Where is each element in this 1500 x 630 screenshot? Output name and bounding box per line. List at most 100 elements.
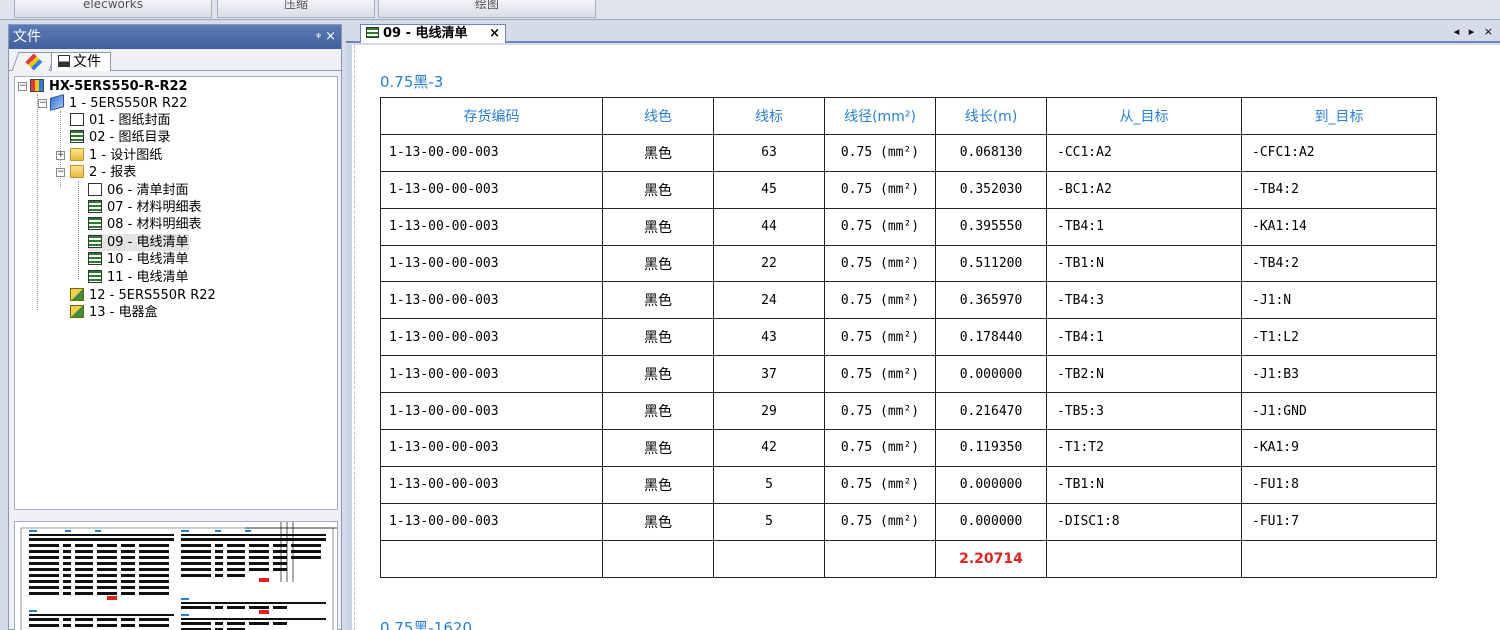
tab-wire-list[interactable]: 09 - 电线清单 × xyxy=(360,24,506,43)
tree-item-sheet[interactable]: 01 - 图纸封面 xyxy=(70,112,171,129)
cell-wire-length: 0.511200 xyxy=(935,244,1047,283)
cell-wire-diameter: 0.75 (mm²) xyxy=(824,355,936,394)
sheet-icon xyxy=(70,130,84,143)
table-row: 1-13-00-00-003 黑色 29 0.75 (mm²) 0.216470 -TB5… xyxy=(380,392,1437,431)
table-row: 1-13-00-00-003 黑色 63 0.75 (mm²) 0.068130 -CC1… xyxy=(380,133,1437,172)
cell-wire-tag: 29 xyxy=(713,392,825,431)
tab-files-label: 文件 xyxy=(73,54,101,70)
table-row: 1-13-00-00-003 黑色 45 0.75 (mm²) 0.352030 -BC1… xyxy=(380,170,1437,209)
cell-to-target: -KA1:9 xyxy=(1241,429,1437,467)
tree-item-sheet[interactable]: 07 - 材料明细表 xyxy=(88,199,202,216)
cell-wire-tag: 44 xyxy=(713,207,825,246)
tab-components[interactable] xyxy=(11,52,57,71)
collapse-icon[interactable]: − xyxy=(56,168,65,177)
cell-item-code: 1-13-00-00-003 xyxy=(380,355,603,394)
tab-files[interactable]: 文件 xyxy=(51,52,111,71)
cell-wire-diameter: 0.75 (mm²) xyxy=(824,170,936,209)
expand-icon[interactable]: + xyxy=(56,151,65,160)
cell-wire-color: 黑色 xyxy=(602,318,714,357)
tree-item-sheet-selected[interactable]: 09 - 电线清单 xyxy=(88,234,189,251)
file-panel-title-bar: 文件 ᵠ × xyxy=(9,25,341,49)
cell-wire-color: 黑色 xyxy=(602,392,714,431)
wire-list-table: 存货编码 线色 线标 线径(mm²) 线长(m) 从_目标 到_目标 1-13-… xyxy=(380,97,1437,578)
cell-to-target: -J1:B3 xyxy=(1241,355,1437,394)
cell-wire-diameter: 0.75 (mm²) xyxy=(824,318,936,357)
tree-item-sheet[interactable]: 10 - 电线清单 xyxy=(88,251,189,268)
components-icon xyxy=(25,53,43,71)
cell-wire-tag: 24 xyxy=(713,281,825,320)
cell-to-target: -TB4:2 xyxy=(1241,170,1437,209)
tree-item-folder[interactable]: 1 - 设计图纸 xyxy=(70,147,162,164)
ribbon-bar: elecworks 压缩 绘图 xyxy=(0,0,1500,20)
close-icon[interactable]: × xyxy=(325,25,336,49)
book-icon xyxy=(50,94,64,111)
cell-wire-length: 0.000000 xyxy=(935,355,1047,394)
cell-wire-length: 0.000000 xyxy=(935,502,1047,541)
tree-item-sheet[interactable]: 02 - 图纸目录 xyxy=(70,129,171,146)
cell-from-target: -TB1:N xyxy=(1046,244,1242,283)
table-total-row: 2.20714 xyxy=(380,539,1437,578)
project-tree: − HX-5ERS550-R-R22 − 1 - 5ERS550R R22 01… xyxy=(14,76,338,510)
project-icon xyxy=(30,79,44,92)
sheet-icon xyxy=(88,270,102,283)
cell-wire-diameter: 0.75 (mm²) xyxy=(824,281,936,320)
table-row: 1-13-00-00-003 黑色 43 0.75 (mm²) 0.178440 -TB4… xyxy=(380,318,1437,357)
ribbon-group-compress[interactable]: 压缩 xyxy=(217,0,375,18)
tree-item-folder[interactable]: 2 - 报表 xyxy=(70,164,136,181)
file-panel-tabs: 文件 xyxy=(9,49,341,71)
empty-cell xyxy=(602,539,714,578)
tab-navigation-icon[interactable]: ◂ ▸ × xyxy=(1454,25,1496,38)
cell-wire-length: 0.352030 xyxy=(935,170,1047,209)
empty-cell xyxy=(380,539,603,578)
cell-wire-length: 0.000000 xyxy=(935,465,1047,504)
save-icon xyxy=(58,55,70,67)
cell-item-code: 1-13-00-00-003 xyxy=(380,429,603,467)
tree-connector xyxy=(37,94,38,310)
cell-wire-color: 黑色 xyxy=(602,429,714,467)
cell-item-code: 1-13-00-00-003 xyxy=(380,244,603,283)
cell-wire-color: 黑色 xyxy=(602,465,714,504)
box-icon xyxy=(70,305,84,318)
table-row: 1-13-00-00-003 黑色 42 0.75 (mm²) 0.119350 -T1:… xyxy=(380,429,1437,467)
cell-wire-color: 黑色 xyxy=(602,355,714,394)
cell-wire-length: 0.216470 xyxy=(935,392,1047,431)
cell-item-code: 1-13-00-00-003 xyxy=(380,170,603,209)
tree-item-project[interactable]: HX-5ERS550-R-R22 xyxy=(30,78,188,95)
table-row: 1-13-00-00-003 黑色 44 0.75 (mm²) 0.395550 -TB4… xyxy=(380,207,1437,246)
sheet-preview[interactable] xyxy=(14,521,338,630)
tree-item-sheet[interactable]: 11 - 电线清单 xyxy=(88,269,189,286)
cell-wire-tag: 37 xyxy=(713,355,825,394)
cell-wire-tag: 42 xyxy=(713,429,825,467)
cell-from-target: -DISC1:8 xyxy=(1046,502,1242,541)
pin-icon[interactable]: ᵠ xyxy=(316,25,321,49)
collapse-icon[interactable]: − xyxy=(38,99,47,108)
cell-wire-color: 黑色 xyxy=(602,207,714,246)
tab-close-icon[interactable]: × xyxy=(489,25,500,42)
tree-item-sheet[interactable]: 08 - 材料明细表 xyxy=(88,216,202,233)
empty-cell xyxy=(1241,539,1437,578)
document-tab-bar: 09 - 电线清单 × ◂ ▸ × xyxy=(346,24,1500,43)
tree-item-book[interactable]: 1 - 5ERS550R R22 xyxy=(50,94,188,112)
file-panel-title: 文件 xyxy=(13,29,41,45)
collapse-icon[interactable]: − xyxy=(18,82,27,91)
table-row: 1-13-00-00-003 黑色 37 0.75 (mm²) 0.000000 -TB2… xyxy=(380,355,1437,394)
cell-to-target: -KA1:14 xyxy=(1241,207,1437,246)
cell-to-target: -J1:GND xyxy=(1241,392,1437,431)
section-title: 0.75黑-3 xyxy=(380,73,444,91)
cell-wire-color: 黑色 xyxy=(602,133,714,172)
ribbon-group-draw[interactable]: 绘图 xyxy=(378,0,596,18)
cell-wire-diameter: 0.75 (mm²) xyxy=(824,207,936,246)
tree-item-sheet[interactable]: 06 - 清单封面 xyxy=(88,182,189,199)
cell-item-code: 1-13-00-00-003 xyxy=(380,502,603,541)
cell-from-target: -TB4:3 xyxy=(1046,281,1242,320)
cell-from-target: -CC1:A2 xyxy=(1046,133,1242,172)
tree-item-box[interactable]: 13 - 电器盒 xyxy=(70,304,158,321)
tree-connector xyxy=(78,181,79,279)
drawing-icon xyxy=(70,113,84,126)
header-wire-color: 线色 xyxy=(602,97,714,135)
tree-item-box[interactable]: 12 - 5ERS550R R22 xyxy=(70,287,216,304)
cell-item-code: 1-13-00-00-003 xyxy=(380,318,603,357)
ribbon-group-elecworks[interactable]: elecworks xyxy=(14,0,212,18)
header-to-target: 到_目标 xyxy=(1241,97,1437,135)
table-row: 1-13-00-00-003 黑色 24 0.75 (mm²) 0.365970 -TB4… xyxy=(380,281,1437,320)
